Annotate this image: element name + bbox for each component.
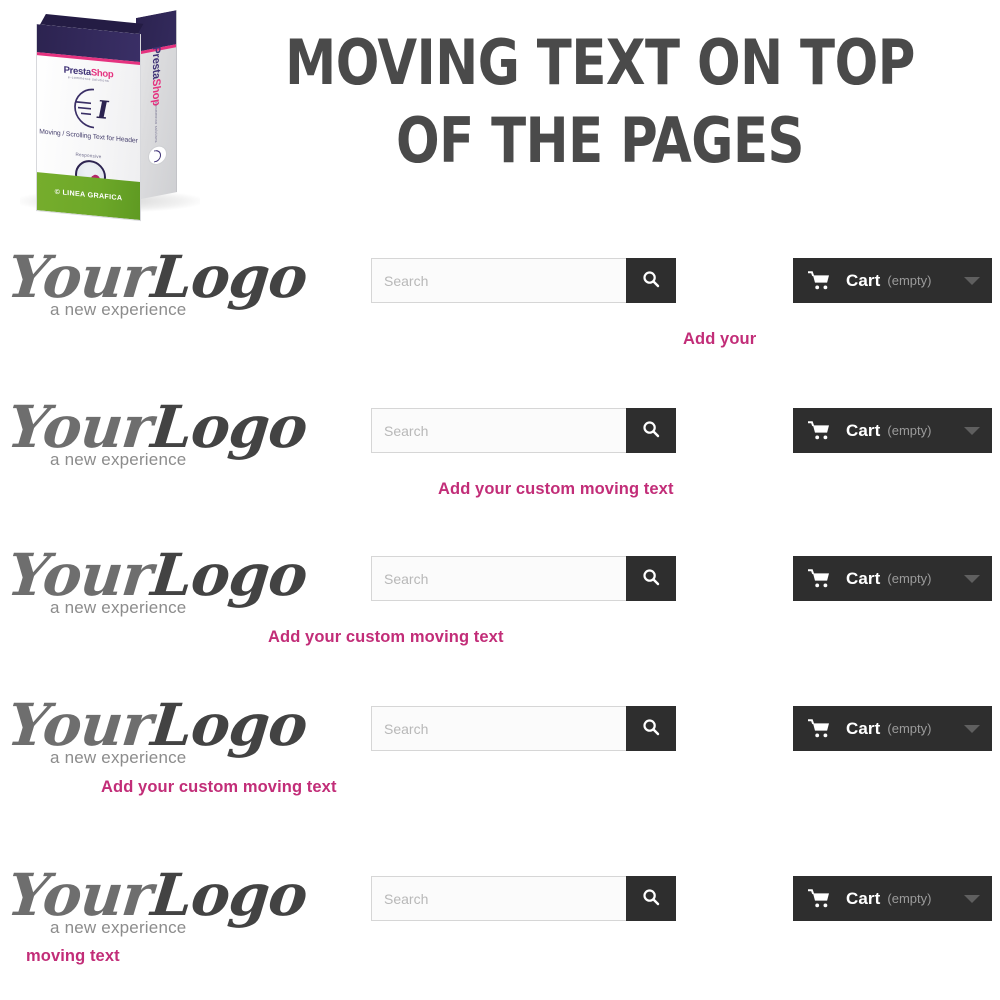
search-button[interactable] [626, 876, 676, 921]
cart-button[interactable]: Cart (empty) [793, 876, 992, 921]
search-input[interactable] [371, 556, 626, 601]
chevron-down-icon[interactable] [964, 276, 980, 285]
search-block [371, 556, 676, 601]
search-input[interactable] [371, 706, 626, 751]
product-box-front: PrestaShop e-commerce solutions I Moving… [36, 24, 141, 222]
product-box-vendor: © LINEA GRAFICA [54, 186, 123, 203]
shop-logo-tagline: a new experience [50, 450, 187, 469]
search-icon [642, 888, 660, 909]
shop-logo[interactable]: YourLogo a new experience [4, 691, 310, 774]
shop-logo[interactable]: YourLogo a new experience [4, 393, 310, 476]
shop-logo-wordmark: YourLogo [4, 691, 310, 759]
search-block [371, 408, 676, 453]
shop-logo-tagline: a new experience [50, 918, 187, 937]
search-button[interactable] [626, 556, 676, 601]
moving-text-banner: Add your custom moving text [268, 628, 504, 646]
chevron-down-icon[interactable] [964, 574, 980, 583]
search-block [371, 876, 676, 921]
search-button[interactable] [626, 408, 676, 453]
search-input[interactable] [371, 258, 626, 303]
cart-label: Cart [846, 270, 881, 290]
product-box-spine-vendor-icon [148, 143, 167, 167]
search-input[interactable] [371, 408, 626, 453]
moving-text-banner: Add your custom moving text [438, 480, 674, 498]
cart-status: (empty) [887, 891, 932, 906]
cart-status: (empty) [887, 423, 932, 438]
shop-logo-tagline: a new experience [50, 748, 187, 767]
shop-logo[interactable]: YourLogo a new experience [4, 861, 310, 944]
shop-logo[interactable]: YourLogo a new experience [4, 541, 310, 624]
search-button[interactable] [626, 258, 676, 303]
page-title-line-1: MOVING TEXT ON TOP [285, 26, 915, 99]
shopping-cart-icon [808, 271, 830, 290]
search-button[interactable] [626, 706, 676, 751]
search-icon [642, 568, 660, 589]
page-title-line-2: OF THE PAGES [395, 104, 805, 177]
cart-label: Cart [846, 888, 881, 908]
cart-label: Cart [846, 718, 881, 738]
shopping-cart-icon [808, 569, 830, 588]
shopping-cart-icon [808, 889, 830, 908]
moving-text-banner: moving text [26, 947, 120, 965]
cart-status: (empty) [887, 273, 932, 288]
svg-text:I: I [96, 94, 110, 125]
search-icon [642, 420, 660, 441]
chevron-down-icon[interactable] [964, 724, 980, 733]
search-icon [642, 718, 660, 739]
cart-label: Cart [846, 420, 881, 440]
chevron-down-icon[interactable] [964, 426, 980, 435]
product-box-footer-band: © LINEA GRAFICA [37, 172, 140, 221]
shop-header-row: YourLogo a new experience Search Cart (e… [0, 382, 1000, 532]
moving-text-banner: Add your [683, 330, 757, 348]
shop-header-row: YourLogo a new experience Search Cart (e… [0, 850, 1000, 1000]
page-title: MOVING TEXT ON TOP OF THE PAGES [241, 24, 959, 180]
shopping-cart-icon [808, 421, 830, 440]
shop-logo-tagline: a new experience [50, 598, 187, 617]
shop-header-row: YourLogo a new experience Search Cart (e… [0, 530, 1000, 680]
cart-status: (empty) [887, 721, 932, 736]
shop-logo-wordmark: YourLogo [4, 393, 310, 461]
moving-text-banner: Add your custom moving text [101, 778, 337, 796]
product-box-spine: PrestaShop e-commerce solutions [136, 10, 177, 200]
cart-button[interactable]: Cart (empty) [793, 258, 992, 303]
shop-logo[interactable]: YourLogo a new experience [4, 243, 310, 326]
search-icon [642, 270, 660, 291]
shop-logo-wordmark: YourLogo [4, 243, 310, 311]
hero-banner: PrestaShop e-commerce solutions PrestaSh… [0, 0, 1000, 222]
shop-logo-tagline: a new experience [50, 300, 187, 319]
shop-header-row: YourLogo a new experience Search Cart (e… [0, 232, 1000, 382]
cart-button[interactable]: Cart (empty) [793, 408, 992, 453]
shop-header-row: YourLogo a new experience Search Cart (e… [0, 680, 1000, 830]
shopping-cart-icon [808, 719, 830, 738]
search-input[interactable] [371, 876, 626, 921]
cart-status: (empty) [887, 571, 932, 586]
chevron-down-icon[interactable] [964, 894, 980, 903]
search-block [371, 258, 676, 303]
cart-button[interactable]: Cart (empty) [793, 706, 992, 751]
product-box-image: PrestaShop e-commerce solutions PrestaSh… [14, 8, 204, 222]
search-block [371, 706, 676, 751]
shop-logo-wordmark: YourLogo [4, 861, 310, 929]
cart-label: Cart [846, 568, 881, 588]
shop-logo-wordmark: YourLogo [4, 541, 310, 609]
scrolling-text-glyph-icon: I [64, 84, 112, 133]
cart-button[interactable]: Cart (empty) [793, 556, 992, 601]
product-box-module-title: Moving / Scrolling Text for Header [39, 128, 138, 145]
